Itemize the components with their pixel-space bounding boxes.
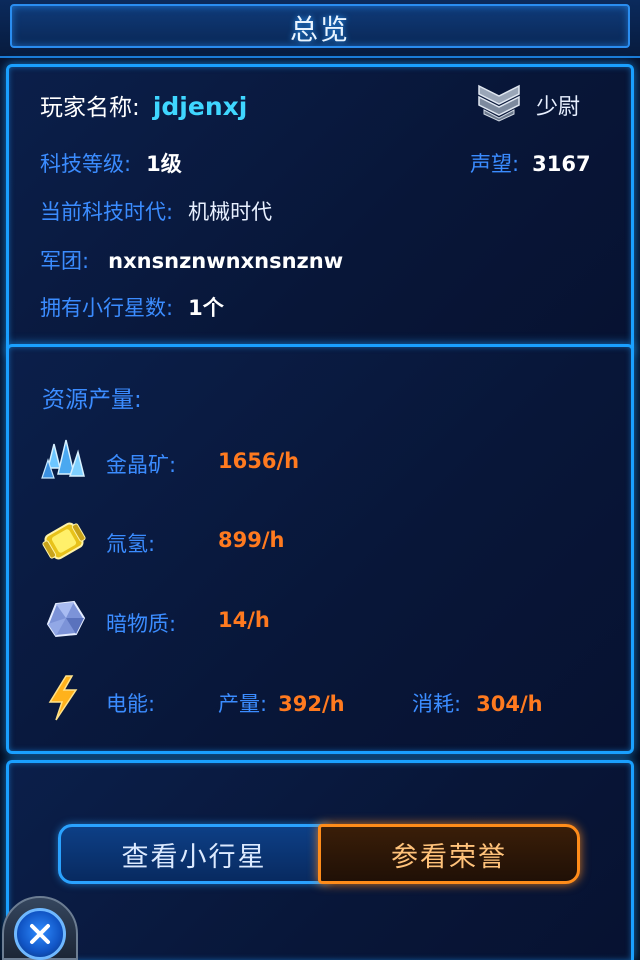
- crystal-icon: [41, 439, 85, 479]
- energy-consume-label: 消耗:: [412, 692, 462, 716]
- view-honor-button[interactable]: 参看荣誉: [318, 824, 580, 884]
- resource-label: 氚氢:: [106, 532, 156, 556]
- era-label: 当前科技时代:: [40, 200, 174, 224]
- legion-label: 军团:: [40, 249, 90, 273]
- resource-label: 暗物质:: [106, 612, 177, 636]
- rank-label: 少尉: [536, 95, 581, 120]
- lightning-icon: [48, 675, 78, 721]
- resource-value-tritium: 899/h: [218, 528, 285, 552]
- title-bar: 总览: [0, 0, 640, 58]
- legion-value: nxnsnznwnxnsnznw: [108, 249, 344, 273]
- asteroids-label: 拥有小行星数:: [40, 296, 174, 320]
- player-name-row: 玩家名称: jdjenxj: [40, 88, 247, 122]
- view-asteroids-button[interactable]: 查看小行星: [58, 824, 330, 884]
- tech-level-row: 科技等级: 1级: [40, 148, 182, 178]
- tech-level-value: 1级: [146, 152, 182, 176]
- energy-produce-value: 392/h: [278, 692, 345, 716]
- asteroids-value: 1个: [188, 296, 224, 320]
- asteroids-row: 拥有小行星数: 1个: [40, 292, 224, 322]
- prestige-value: 3167: [532, 152, 591, 176]
- legion-row: 军团: nxnsnznwnxnsnznw: [40, 245, 343, 275]
- page-title: 总览: [289, 13, 350, 46]
- overview-screen: 总览 玩家名称: jdjenxj 少尉 科技等级: 1级 声望: 3167 当前…: [0, 0, 640, 960]
- resource-value-dark-matter: 14/h: [218, 608, 270, 632]
- close-button[interactable]: [14, 908, 66, 960]
- resource-row-dark-matter: 暗物质:: [106, 608, 176, 638]
- energy-consume-value: 304/h: [476, 692, 543, 716]
- prestige-label: 声望:: [470, 152, 520, 176]
- player-name: jdjenxj: [152, 92, 248, 121]
- resource-label: 金晶矿:: [106, 453, 177, 477]
- era-row: 当前科技时代: 机械时代: [40, 196, 272, 226]
- resource-value-gold-crystal: 1656/h: [218, 449, 300, 473]
- gas-canister-icon: [42, 522, 86, 560]
- energy-label: 电能:: [106, 692, 156, 716]
- close-icon: [30, 924, 50, 944]
- player-name-label: 玩家名称:: [40, 95, 140, 121]
- energy-produce: 产量: 392/h: [218, 688, 345, 718]
- resources-heading: 资源产量:: [42, 387, 142, 413]
- era-value: 机械时代: [188, 200, 273, 224]
- tech-level-label: 科技等级:: [40, 152, 132, 176]
- energy-produce-label: 产量:: [218, 692, 268, 716]
- energy-consume: 消耗: 304/h: [412, 688, 543, 718]
- prestige-row: 声望: 3167: [470, 148, 591, 178]
- dark-matter-icon: [46, 600, 86, 638]
- resource-row-tritium: 氚氢:: [106, 528, 155, 558]
- resource-row-gold-crystal: 金晶矿:: [106, 449, 176, 479]
- rank-insignia-icon: [478, 84, 520, 122]
